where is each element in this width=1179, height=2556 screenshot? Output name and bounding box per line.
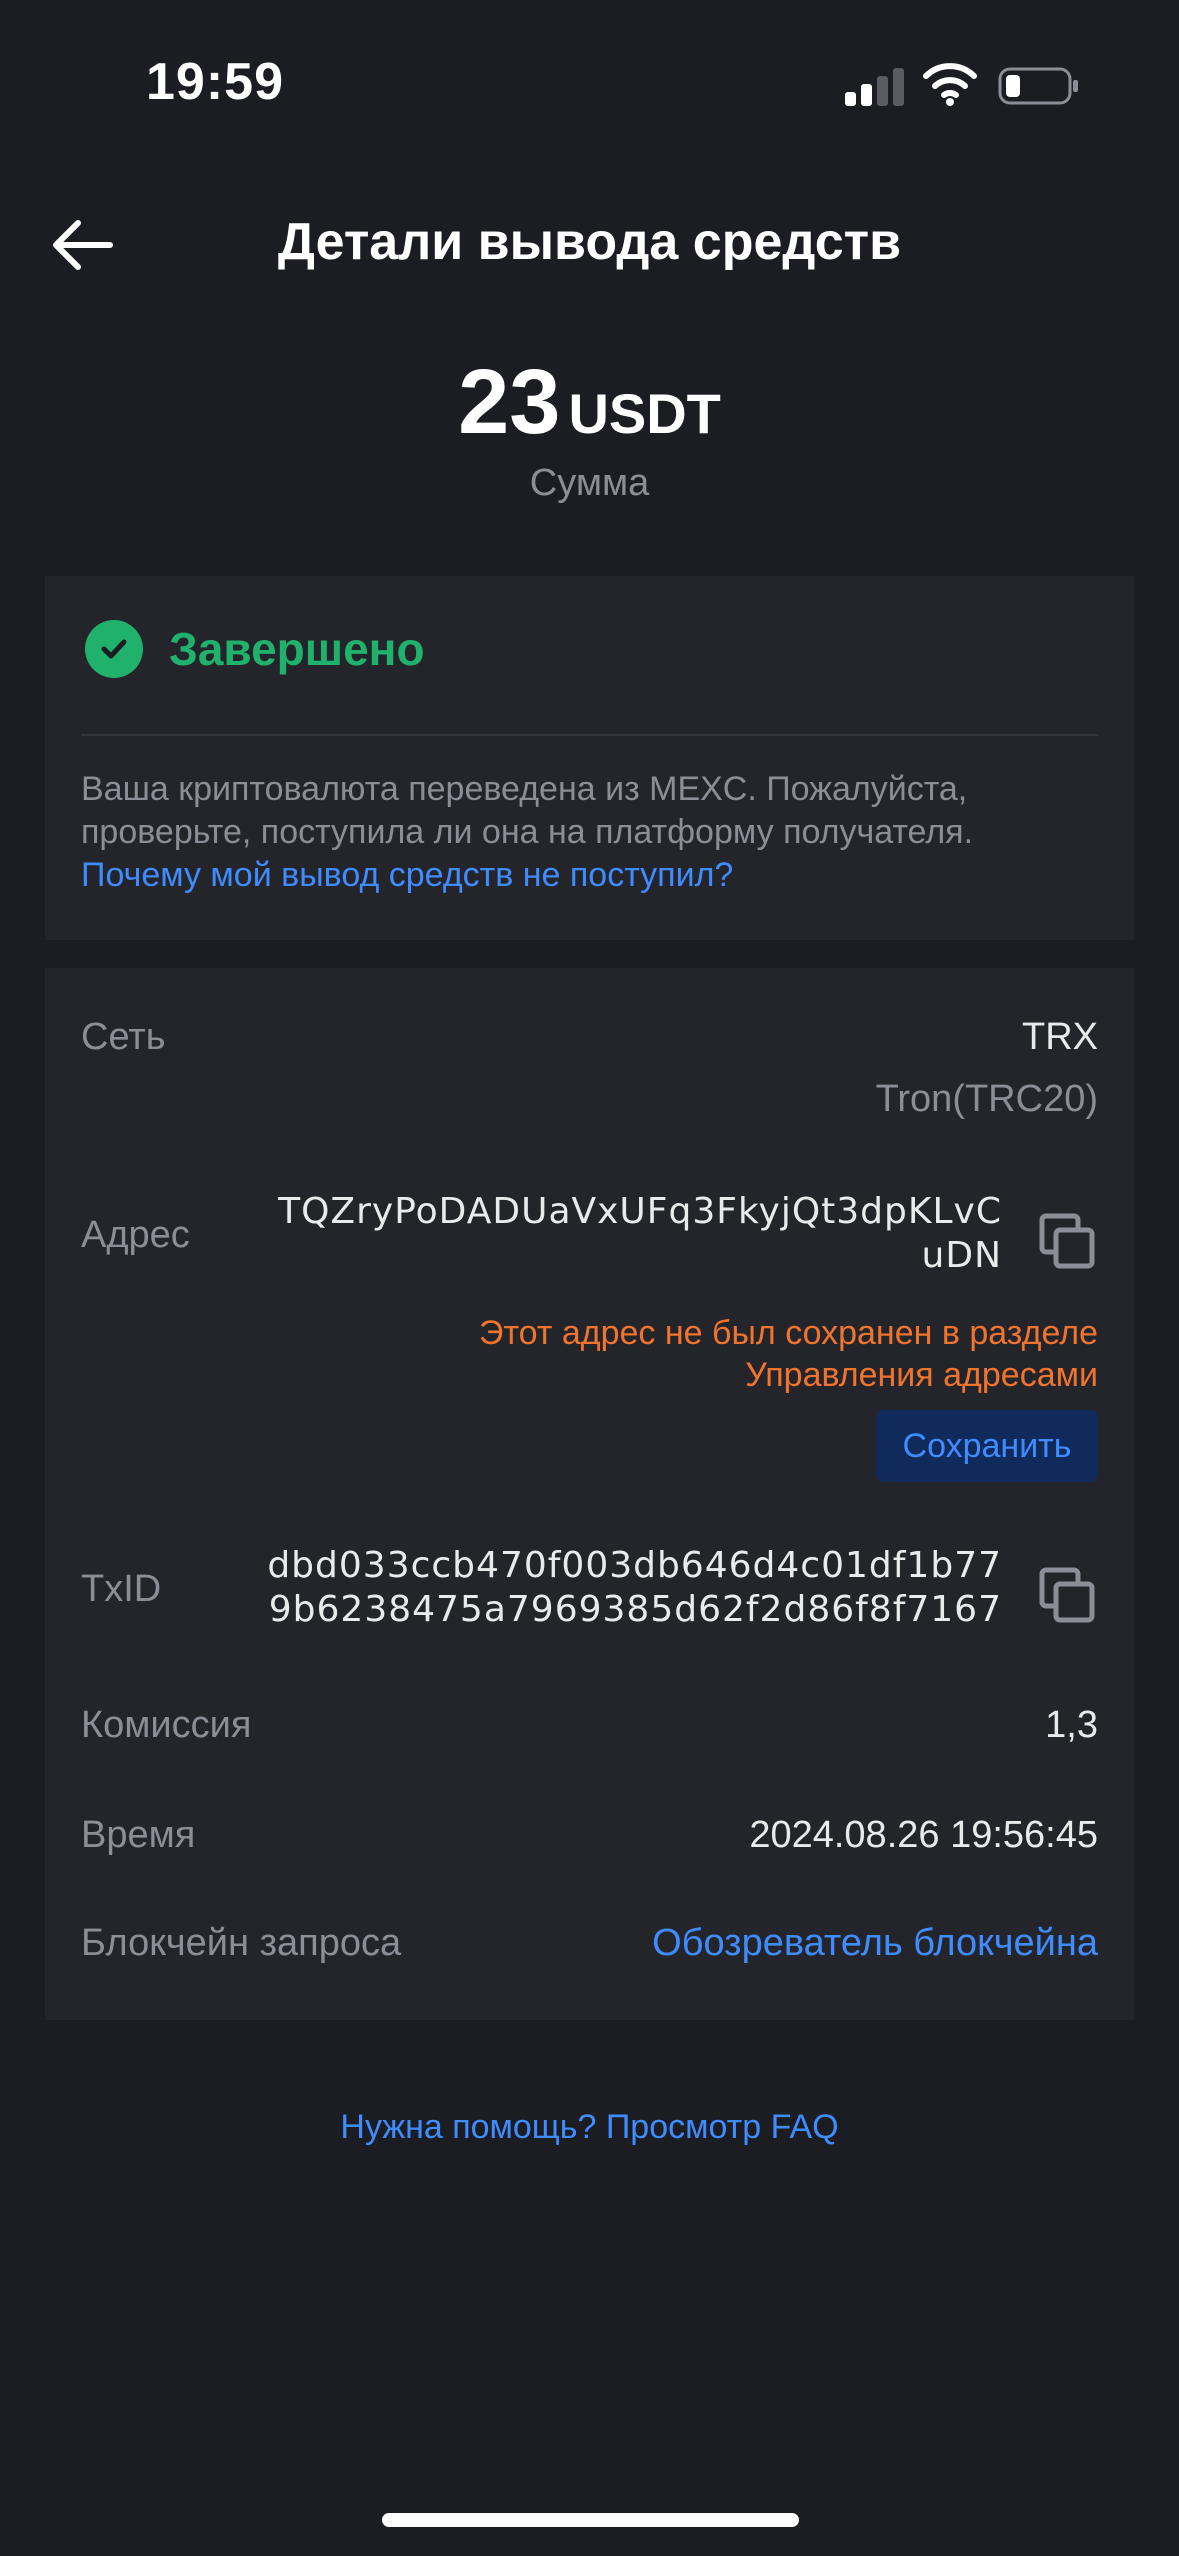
home-indicator: [382, 2513, 799, 2527]
status-bar: 19:59: [0, 0, 1179, 160]
fee-label: Комиссия: [81, 1704, 252, 1746]
amount-unit: USDT: [568, 382, 721, 445]
status-description-text: Ваша криптовалюта переведена из MEXC. По…: [81, 770, 974, 851]
time-value: 2024.08.26 19:56:45: [749, 1814, 1098, 1856]
address-warning-line1: Этот адрес не был сохранен в разделе: [479, 1314, 1098, 1352]
fee-value: 1,3: [1045, 1704, 1098, 1746]
status-text: Завершено: [169, 623, 425, 675]
txid-value-line1: dbd033ccb470f003db646d4c01df1b77: [267, 1545, 1002, 1586]
battery-low-icon: [998, 67, 1078, 105]
divider: [81, 734, 1098, 736]
save-address-button[interactable]: Сохранить: [876, 1410, 1098, 1482]
page-title: Детали вывода средств: [277, 213, 902, 271]
faq-link[interactable]: Нужна помощь? Просмотр FAQ: [0, 2108, 1179, 2147]
address-value: TQZryPoDADUaVxUFq3FkyjQt3dpKLvC uDN: [278, 1190, 1002, 1278]
time-label: Время: [81, 1814, 196, 1856]
txid-label: TxID: [81, 1568, 162, 1610]
blockchain-label: Блокчейн запроса: [81, 1922, 402, 1964]
network-value: TRX: [1022, 1016, 1098, 1058]
wifi-icon: [923, 63, 977, 106]
txid-value: dbd033ccb470f003db646d4c01df1b77 9b62384…: [267, 1544, 1002, 1632]
withdrawal-details-screen: 19:59 Детали вывода средств 23 USDT Сумм…: [0, 0, 1179, 2556]
address-warning-line2: Управления адресами: [745, 1356, 1098, 1394]
copy-icon[interactable]: [1038, 1566, 1098, 1626]
status-card: Завершено Ваша криптовалюта переведена и…: [45, 576, 1134, 940]
details-card: Сеть TRX Tron(TRC20) Адрес TQZryPoDADUaV…: [45, 968, 1134, 2020]
cellular-signal-icon: [845, 66, 905, 106]
status-time: 19:59: [146, 53, 284, 111]
copy-icon[interactable]: [1038, 1212, 1098, 1272]
txid-value-line2: 9b6238475a7969385d62f2d86f8f7167: [268, 1589, 1002, 1630]
blockchain-explorer-link[interactable]: Обозреватель блокчейна: [652, 1922, 1098, 1965]
amount-value: 23: [458, 351, 561, 453]
address-warning: Этот адрес не был сохранен в разделе Упр…: [479, 1312, 1098, 1396]
address-value-line2: uDN: [921, 1235, 1002, 1276]
check-circle-icon: [85, 620, 143, 678]
header: Детали вывода средств: [0, 190, 1179, 300]
address-label: Адрес: [81, 1214, 190, 1256]
amount-display: 23 USDT: [0, 350, 1179, 455]
network-sub: Tron(TRC20): [875, 1078, 1098, 1120]
withdrawal-help-link[interactable]: Почему мой вывод средств не поступил?: [81, 854, 1098, 897]
amount-label: Сумма: [529, 462, 650, 504]
network-label: Сеть: [81, 1016, 166, 1058]
address-value-line1: TQZryPoDADUaVxUFq3FkyjQt3dpKLvC: [278, 1191, 1002, 1232]
status-description: Ваша криптовалюта переведена из MEXC. По…: [81, 768, 1098, 897]
status-row: Завершено: [85, 620, 425, 678]
